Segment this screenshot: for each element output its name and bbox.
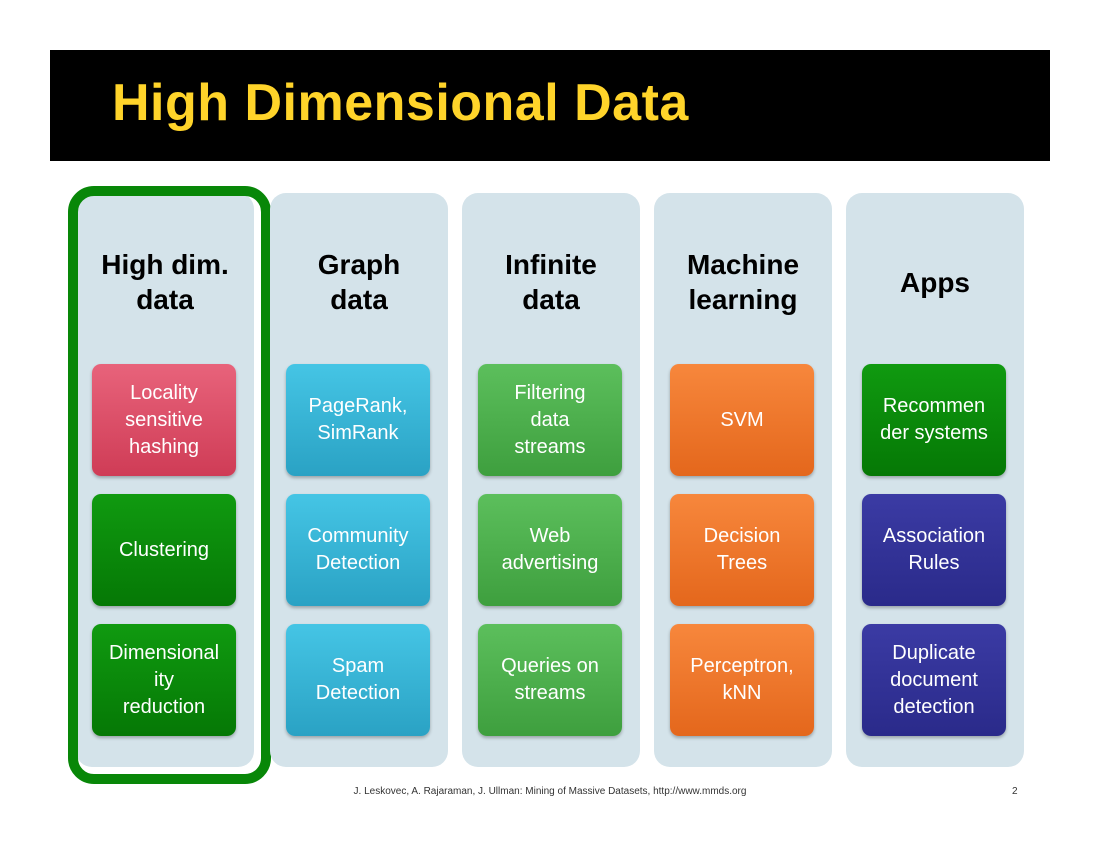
footer-citation: J. Leskovec, A. Rajaraman, J. Ullman: Mi…: [353, 786, 747, 797]
column-heading: Machine learning: [686, 249, 800, 315]
topic-tile-association-rules: Association Rules: [862, 494, 1006, 606]
topic-tile-duplicate-document-detection: Duplicate document detection: [862, 624, 1006, 736]
column-heading: Apps: [900, 266, 970, 298]
column-infinite-data: Infinite data Filtering data streams Web…: [462, 193, 640, 767]
title-bar: High Dimensional Data: [50, 50, 1050, 161]
column-heading: Infinite data: [505, 249, 597, 315]
topic-tile-spam-detection: Spam Detection: [286, 624, 430, 736]
topic-tile-pagerank: PageRank, SimRank: [286, 364, 430, 476]
column-apps: Apps Recommen der systems Association Ru…: [846, 193, 1024, 767]
column-graph-data: Graph data PageRank, SimRank Community D…: [270, 193, 448, 767]
page-number: 2: [1012, 786, 1018, 797]
topic-tile-decision-trees: Decision Trees: [670, 494, 814, 606]
highlight-frame: [68, 186, 271, 784]
topic-tile-queries-on-streams: Queries on streams: [478, 624, 622, 736]
topic-tile-recommender-systems: Recommen der systems: [862, 364, 1006, 476]
topic-tile-web-advertising: Web advertising: [478, 494, 622, 606]
topic-tile-community-detection: Community Detection: [286, 494, 430, 606]
slide-title: High Dimensional Data: [112, 74, 689, 132]
topic-tile-filtering-data-streams: Filtering data streams: [478, 364, 622, 476]
topic-tile-svm: SVM: [670, 364, 814, 476]
topic-tile-perceptron-knn: Perceptron, kNN: [670, 624, 814, 736]
column-machine-learning: Machine learning SVM Decision Trees Perc…: [654, 193, 832, 767]
column-heading: Graph data: [317, 249, 401, 315]
